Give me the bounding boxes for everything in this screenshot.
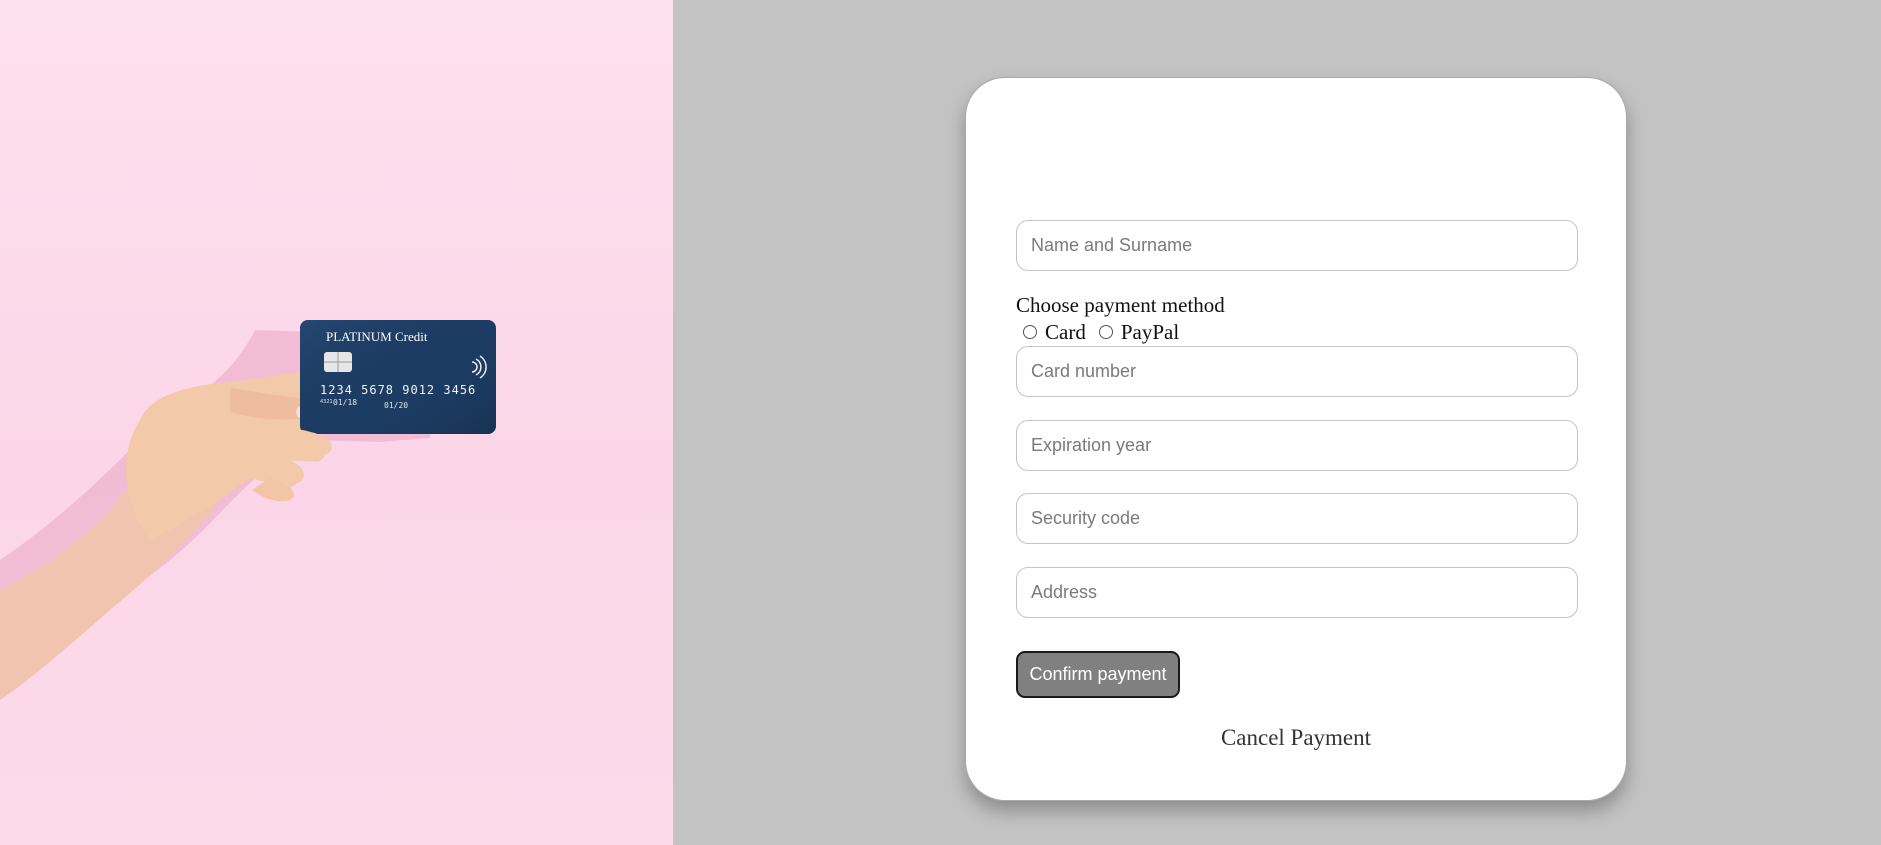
expiration-year-input[interactable] <box>1016 420 1578 471</box>
payment-form-card: Add card details Choose payment method C… <box>965 77 1627 801</box>
confirm-payment-button[interactable]: Confirm payment <box>1016 651 1180 698</box>
card-number-input[interactable] <box>1016 346 1578 397</box>
card-valid-from: 01/18 <box>333 398 357 407</box>
radio-card-label: Card <box>1045 320 1086 344</box>
cancel-payment-link[interactable]: Cancel Payment <box>966 724 1626 752</box>
page: PLATINUM Credit 1234 5678 9012 3456 4321… <box>0 0 1881 845</box>
name-surname-input[interactable] <box>1016 220 1578 271</box>
hero-image: PLATINUM Credit 1234 5678 9012 3456 4321… <box>0 0 673 845</box>
card-number: 1234 5678 9012 3456 <box>320 383 476 397</box>
form-area: Add card details Choose payment method C… <box>673 0 1881 845</box>
credit-card: PLATINUM Credit 1234 5678 9012 3456 4321… <box>300 320 496 434</box>
payment-method-group: Card PayPal <box>1016 319 1185 345</box>
payment-method-label: Choose payment method <box>1016 293 1225 317</box>
address-input[interactable] <box>1016 567 1578 618</box>
radio-paypal[interactable] <box>1098 325 1113 339</box>
hand-holding-card-illustration: PLATINUM Credit 1234 5678 9012 3456 4321… <box>0 320 496 700</box>
radio-card[interactable] <box>1023 325 1037 339</box>
security-code-input[interactable] <box>1016 493 1578 544</box>
card-valid-to: 01/20 <box>384 401 408 410</box>
card-small-code: 4321 <box>320 399 333 405</box>
card-brand: PLATINUM Credit <box>326 329 428 344</box>
radio-paypal-label: PayPal <box>1120 320 1180 344</box>
